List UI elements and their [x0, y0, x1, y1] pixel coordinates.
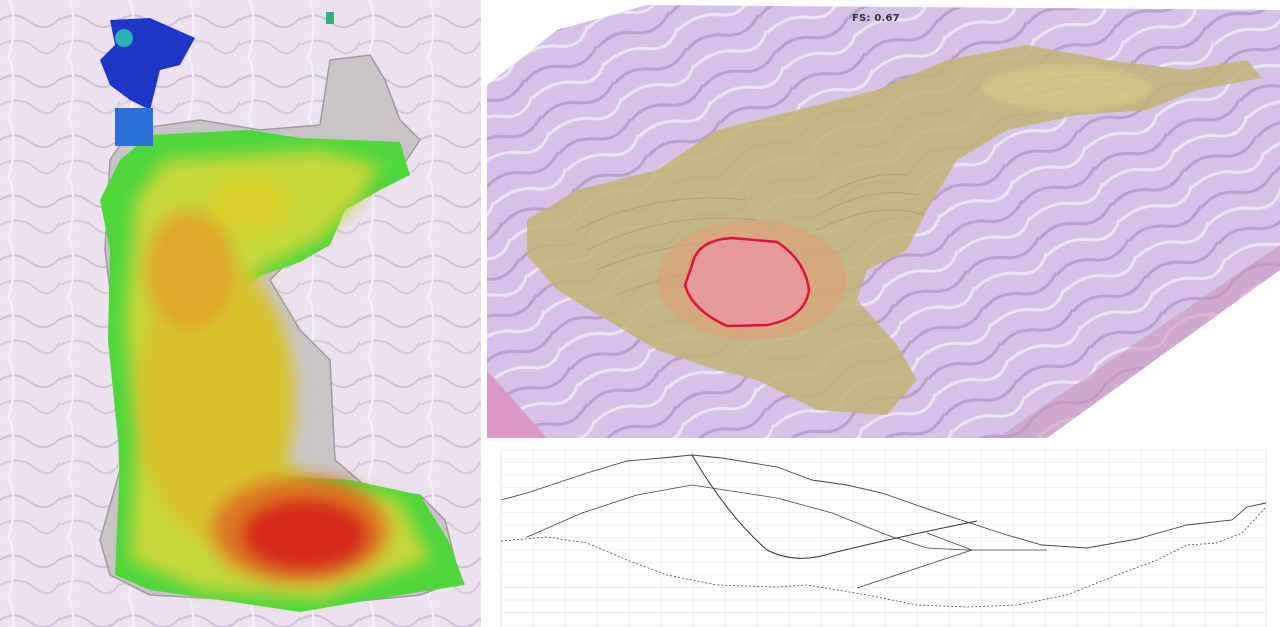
bedrock-dashed-line	[500, 506, 1267, 608]
terrain-3d-image	[487, 5, 1280, 438]
heatmap-panel	[0, 0, 481, 627]
slip-chord	[856, 549, 973, 589]
heatmap-image	[0, 0, 481, 627]
slip-circle	[691, 454, 978, 559]
layer-boundary-line	[526, 484, 1047, 551]
ground-surface-line	[500, 454, 1267, 549]
slip-chord-2	[926, 532, 973, 551]
chart-grid	[500, 450, 1267, 627]
cross-section-panel	[487, 445, 1280, 627]
critical-slip-surface	[683, 236, 811, 328]
factor-of-safety-label: FS: 0.67	[852, 13, 900, 24]
cross-section-chart	[500, 449, 1267, 627]
terrain-3d-panel: FS: 0.67	[487, 0, 1280, 438]
